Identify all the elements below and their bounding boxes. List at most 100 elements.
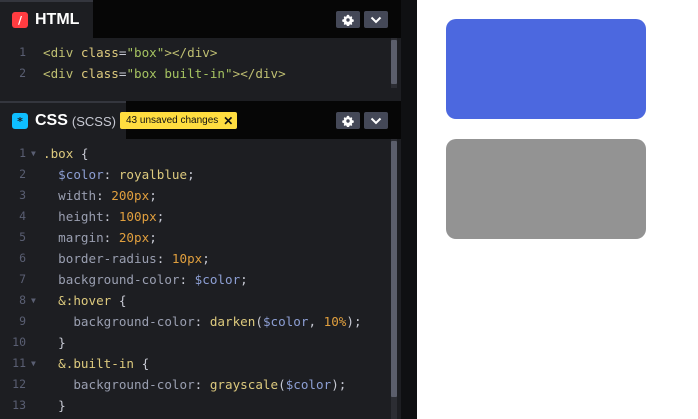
code-token: 100px	[118, 209, 157, 224]
code-line[interactable]: 12 background-color: grayscale($color);	[0, 374, 401, 395]
code-token: 10px	[171, 251, 203, 266]
code-token: background-color	[58, 272, 180, 287]
code-token: background-color	[73, 314, 195, 329]
code-line[interactable]: 9 background-color: darken($color, 10%);	[0, 311, 401, 332]
code-token: height	[58, 209, 104, 224]
code-token: 20px	[118, 230, 150, 245]
code-token: :	[96, 188, 112, 203]
code-token: :	[179, 272, 195, 287]
fold-arrow-icon[interactable]: ▼	[31, 353, 36, 374]
code-token: :	[156, 251, 172, 266]
html-settings-button[interactable]	[336, 11, 360, 28]
html-scrollbar-thumb[interactable]	[391, 40, 397, 84]
code-line[interactable]: 2 <div class="box built-in"></div>	[0, 63, 401, 84]
code-token: ,	[308, 314, 324, 329]
code-text: .box {	[43, 143, 89, 164]
code-token: $color	[58, 167, 104, 182]
fold-arrow-icon[interactable]: ▼	[31, 143, 36, 164]
line-number: 1	[19, 146, 26, 160]
code-token: margin	[58, 230, 104, 245]
chevron-down-icon	[370, 117, 382, 124]
code-line[interactable]: 4 height: 100px;	[0, 206, 401, 227]
preview-box-built-in[interactable]	[446, 139, 646, 239]
code-token: $color	[194, 272, 241, 287]
gear-icon	[342, 14, 354, 26]
code-line[interactable]: 3 width: 200px;	[0, 185, 401, 206]
html-panel-header: / HTML	[0, 0, 401, 38]
line-number: 11	[12, 356, 26, 370]
code-line[interactable]: 7 background-color: $color;	[0, 269, 401, 290]
code-line[interactable]: 1 <div class="box"></div>	[0, 42, 401, 63]
gear-icon	[342, 115, 354, 127]
code-token: &:hover	[58, 293, 119, 308]
code-token: $color	[285, 377, 332, 392]
css-panel-title: CSS	[35, 112, 68, 129]
code-line[interactable]: 10 }	[0, 332, 401, 353]
css-collapse-button[interactable]	[364, 112, 388, 129]
code-line[interactable]: 13 }	[0, 395, 401, 416]
html-collapse-button[interactable]	[364, 11, 388, 28]
tab-css[interactable]: * CSS (SCSS)	[0, 101, 126, 139]
close-icon[interactable]: ✕	[223, 114, 233, 128]
code-text: background-color: darken($color, 10%);	[43, 311, 362, 332]
unsaved-changes-badge[interactable]: 43 unsaved changes ✕	[120, 112, 238, 129]
code-token: </div>	[240, 66, 286, 81]
html-panel-title: HTML	[35, 11, 80, 28]
line-number: 13	[12, 398, 26, 412]
line-number: 2	[19, 167, 26, 181]
code-token: :	[103, 230, 119, 245]
line-number: 5	[19, 230, 26, 244]
css-settings-button[interactable]	[336, 112, 360, 129]
code-line[interactable]: 6 border-radius: 10px;	[0, 248, 401, 269]
code-token: );	[346, 314, 362, 329]
code-token: <div	[43, 66, 81, 81]
code-text: &:hover {	[43, 290, 126, 311]
preview-pane	[417, 0, 698, 419]
code-token: }	[43, 398, 66, 413]
line-number: 10	[12, 335, 26, 349]
code-text: $color: royalblue;	[43, 164, 195, 185]
code-text: }	[43, 395, 66, 416]
code-line[interactable]: 2 $color: royalblue;	[0, 164, 401, 185]
code-token: width	[58, 188, 97, 203]
code-token: ></div>	[164, 45, 218, 60]
unsaved-changes-label: 43 unsaved changes	[126, 115, 219, 126]
line-number: 8	[19, 293, 26, 307]
code-token: $color	[262, 314, 309, 329]
code-editor: / HTML 1 <div class="box"></div> 2 <div cla…	[0, 0, 401, 419]
css-scrollbar-thumb[interactable]	[391, 141, 397, 397]
fold-arrow-icon[interactable]: ▼	[31, 290, 36, 311]
code-token: "box built-in"	[126, 66, 233, 81]
code-text: margin: 20px;	[43, 227, 157, 248]
code-token: <div	[43, 45, 81, 60]
panel-resizer[interactable]	[401, 0, 417, 419]
code-token: 10%	[323, 314, 347, 329]
code-token: ;	[149, 188, 157, 203]
tab-html[interactable]: / HTML	[0, 0, 94, 38]
code-token: ;	[149, 230, 157, 245]
code-text: <div class="box"></div>	[43, 42, 217, 63]
preview-box[interactable]	[446, 19, 646, 119]
code-line[interactable]: 5 margin: 20px;	[0, 227, 401, 248]
code-token: :	[194, 377, 210, 392]
css-panel-header: * CSS (SCSS) 43 unsaved changes ✕	[0, 101, 401, 139]
code-line[interactable]: 8 ▼ &:hover {	[0, 290, 401, 311]
line-number: 9	[19, 314, 26, 328]
code-line[interactable]: 1 ▼ .box {	[0, 143, 401, 164]
code-line[interactable]: 11 ▼ &.built-in {	[0, 353, 401, 374]
code-token: ;	[156, 209, 165, 224]
code-text: }	[43, 332, 66, 353]
html-icon: /	[12, 12, 28, 28]
code-token: &.built-in	[58, 356, 142, 371]
code-text: <div class="box built-in"></div>	[43, 63, 286, 84]
code-token: .box	[43, 146, 81, 161]
code-text: background-color: grayscale($color);	[43, 374, 346, 395]
